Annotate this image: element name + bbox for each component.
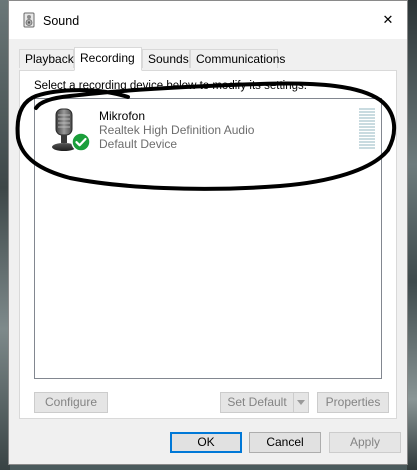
- recording-panel: Select a recording device below to modif…: [19, 70, 397, 419]
- tab-playback[interactable]: Playback: [19, 49, 74, 68]
- tab-strip: Playback Recording Sounds Communications: [19, 47, 399, 71]
- chevron-down-icon: [297, 400, 305, 405]
- title-bar: Sound ✕: [9, 1, 407, 39]
- ok-button[interactable]: OK: [170, 432, 242, 453]
- tab-sounds[interactable]: Sounds: [142, 49, 190, 68]
- sound-dialog: Sound ✕ Playback Recording Sounds Commun…: [8, 0, 408, 465]
- speaker-icon: [23, 12, 35, 28]
- close-icon: ✕: [382, 12, 394, 28]
- set-default-dropdown[interactable]: [293, 392, 309, 413]
- device-list[interactable]: Mikrofon Realtek High Definition Audio D…: [34, 98, 382, 379]
- level-meter: [359, 108, 375, 152]
- properties-button[interactable]: Properties: [317, 392, 389, 413]
- device-name: Mikrofon: [99, 109, 146, 123]
- device-driver: Realtek High Definition Audio: [99, 123, 255, 137]
- window-title: Sound: [43, 14, 80, 28]
- tab-recording[interactable]: Recording: [74, 47, 142, 71]
- instruction-text: Select a recording device below to modif…: [34, 80, 307, 92]
- close-button[interactable]: ✕: [373, 7, 403, 33]
- device-status: Default Device: [99, 137, 178, 151]
- configure-button[interactable]: Configure: [34, 392, 108, 413]
- desktop-background-right: [407, 0, 417, 470]
- green-check-icon: [71, 132, 91, 152]
- tab-communications[interactable]: Communications: [190, 49, 285, 68]
- set-default-button[interactable]: Set Default: [220, 392, 294, 413]
- device-item-mikrofon[interactable]: Mikrofon Realtek High Definition Audio D…: [35, 99, 381, 159]
- apply-button[interactable]: Apply: [329, 432, 401, 453]
- cancel-button[interactable]: Cancel: [249, 432, 321, 453]
